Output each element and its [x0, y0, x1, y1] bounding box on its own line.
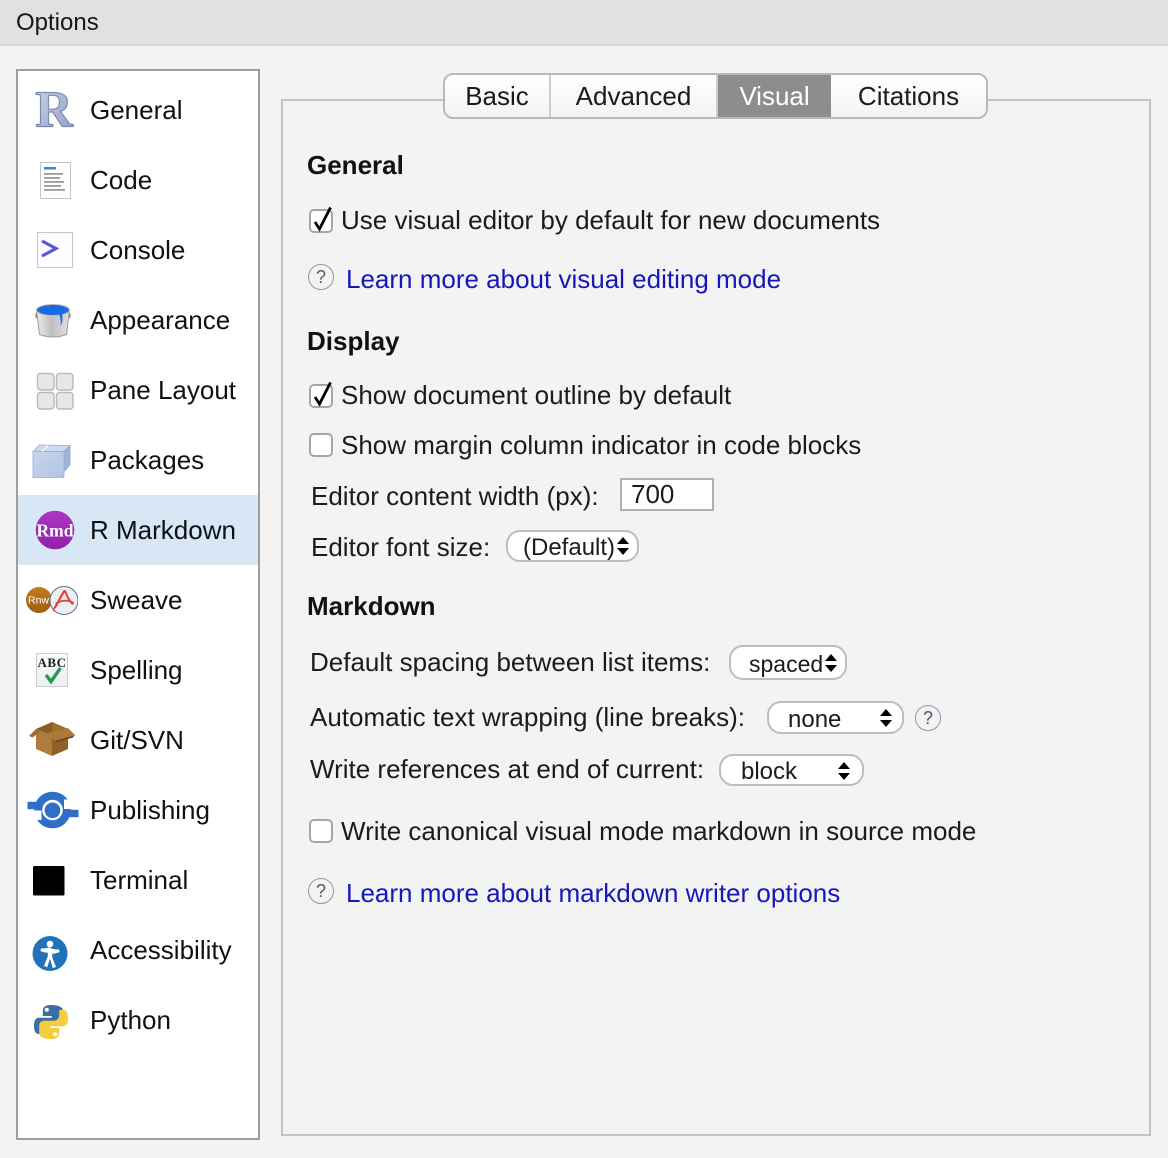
svg-text:R: R [35, 90, 74, 130]
svg-text:ABC: ABC [38, 655, 67, 670]
svg-text:Rnw: Rnw [28, 595, 49, 607]
svg-text:Rmd: Rmd [37, 521, 74, 541]
